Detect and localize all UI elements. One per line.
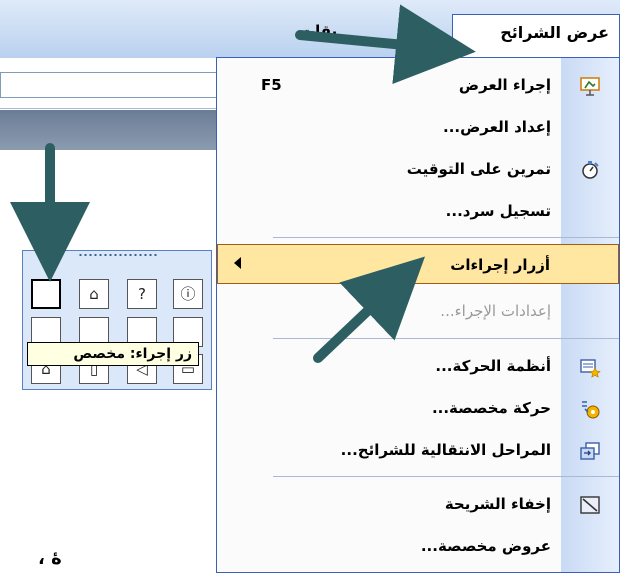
- slide-transition-icon: [579, 440, 601, 462]
- document-text: ، ۀ: [38, 548, 62, 569]
- menu-item-label: إخفاء الشريحة: [444, 495, 551, 513]
- menu-separator: [273, 237, 619, 238]
- home-icon[interactable]: ⌂: [79, 279, 109, 309]
- menu-item-label: إعدادات الإجراء...: [440, 302, 551, 320]
- toolbar-drag-handle[interactable]: [78, 253, 158, 257]
- menu-item-action-buttons[interactable]: أزرار إجراءات: [217, 244, 619, 284]
- menu-item-action-settings: إعدادات الإجراء...: [217, 291, 619, 333]
- menu-item-label: إعداد العرض...: [443, 118, 551, 136]
- menu-item-label: تسجيل سرد...: [445, 202, 551, 220]
- menu-item-slide-transition[interactable]: المراحل الانتقالية للشرائح...: [217, 430, 619, 472]
- tooltip: زر إجراء: مخصص: [27, 342, 199, 366]
- submenu-arrow-icon: [234, 257, 241, 269]
- menu-item-setup-show[interactable]: إعداد العرض...: [217, 107, 619, 149]
- slideshow-icon: [579, 75, 601, 97]
- menu-item-rehearse-timings[interactable]: تمرين على التوقيت: [217, 149, 619, 191]
- ruler-band: [0, 110, 220, 150]
- text-field[interactable]: [0, 72, 220, 98]
- menu-item-shortcut: F5: [261, 76, 282, 94]
- help-icon[interactable]: ?: [127, 279, 157, 309]
- menu-slideshow-label: عرض الشرائح: [500, 23, 609, 42]
- menu-item-custom-shows[interactable]: عروض مخصصة...: [217, 526, 619, 568]
- menu-item-custom-animation[interactable]: حركة مخصصة...: [217, 388, 619, 430]
- action-buttons-toolbar[interactable]: ⌂ ? ⓘ ⌂ ▯ ◁ ▭: [22, 250, 212, 390]
- menu-item-label: إجراء العرض: [458, 76, 551, 94]
- menu-item-hide-slide[interactable]: إخفاء الشريحة: [217, 484, 619, 526]
- menu-item-label: المراحل الانتقالية للشرائح...: [340, 441, 551, 459]
- menu-slideshow[interactable]: عرض الشرائح: [452, 14, 620, 58]
- information-icon[interactable]: ⓘ: [173, 279, 203, 309]
- menu-separator: [273, 338, 619, 339]
- animation-schemes-icon: [579, 356, 601, 378]
- custom-animation-icon: [579, 398, 601, 420]
- menu-item-label: تمرين على التوقيت: [406, 160, 551, 178]
- action-button-custom[interactable]: [31, 279, 61, 309]
- menu-separator: [273, 476, 619, 477]
- menu-item-animation-schemes[interactable]: أنظمة الحركة...: [217, 346, 619, 388]
- menu-item-label: حركة مخصصة...: [431, 399, 551, 417]
- menu-item-label: عروض مخصصة...: [420, 537, 551, 555]
- menu-item-label: أنظمة الحركة...: [435, 357, 551, 375]
- slideshow-dropdown-menu: إجراء العرض F5 إعداد العرض... تمرين على …: [216, 57, 620, 573]
- menu-item-record-narration[interactable]: تسجيل سرد...: [217, 191, 619, 233]
- menu-item-view-show[interactable]: إجراء العرض F5: [217, 65, 619, 107]
- hide-slide-icon: [579, 494, 601, 516]
- menu-item-label: أزرار إجراءات: [450, 256, 550, 274]
- menubar-item-partial[interactable]: يقات: [300, 16, 337, 46]
- stopwatch-icon: [579, 159, 601, 181]
